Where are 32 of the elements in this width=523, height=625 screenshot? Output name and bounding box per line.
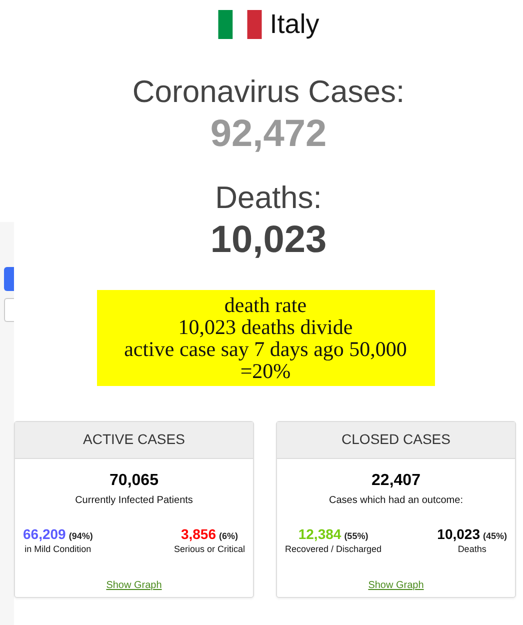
stat-percent: (45%) [482, 531, 507, 541]
show-graph-link[interactable]: Show Graph [106, 580, 162, 591]
stat-value: 12,384 [298, 526, 342, 542]
stat-label: Recovered / Discharged [285, 544, 382, 554]
stat-label: in Mild Condition [24, 544, 92, 554]
note-line: death rate [223, 294, 308, 316]
stat-value: 3,856 [180, 526, 216, 542]
flag-icon [218, 10, 262, 39]
card-total: 70,065 [110, 472, 158, 490]
cases-label: Coronavirus Cases: [132, 74, 405, 110]
stat-label: Serious or Critical [174, 544, 245, 554]
card-title: ACTIVE CASES [15, 422, 253, 459]
cases-count: 92,472 [210, 112, 327, 156]
show-graph-link[interactable]: Show Graph [368, 580, 424, 591]
sidebar-button[interactable] [4, 267, 14, 291]
stat-value: 66,209 [23, 526, 66, 542]
card-title: CLOSED CASES [277, 422, 515, 459]
note-line: active case say 7 days ago 50,000 [123, 338, 408, 360]
deaths-label: Deaths: [215, 180, 322, 216]
stat-label: Deaths [458, 544, 486, 554]
country-name: Italy [270, 9, 320, 40]
stat-value: 10,023 [437, 526, 480, 542]
note-line: =20% [240, 360, 291, 382]
stat-percent: (94%) [68, 531, 93, 541]
card-caption: Cases which had an outcome: [329, 495, 463, 506]
card-total: 22,407 [372, 472, 420, 490]
stat-percent: (55%) [344, 531, 368, 541]
note-line: 10,023 deaths divide [177, 316, 354, 338]
deaths-count: 10,023 [210, 218, 327, 262]
card-caption: Currently Infected Patients [75, 495, 193, 506]
sidebar-button[interactable] [4, 298, 14, 322]
stat-percent: (6%) [219, 531, 238, 541]
